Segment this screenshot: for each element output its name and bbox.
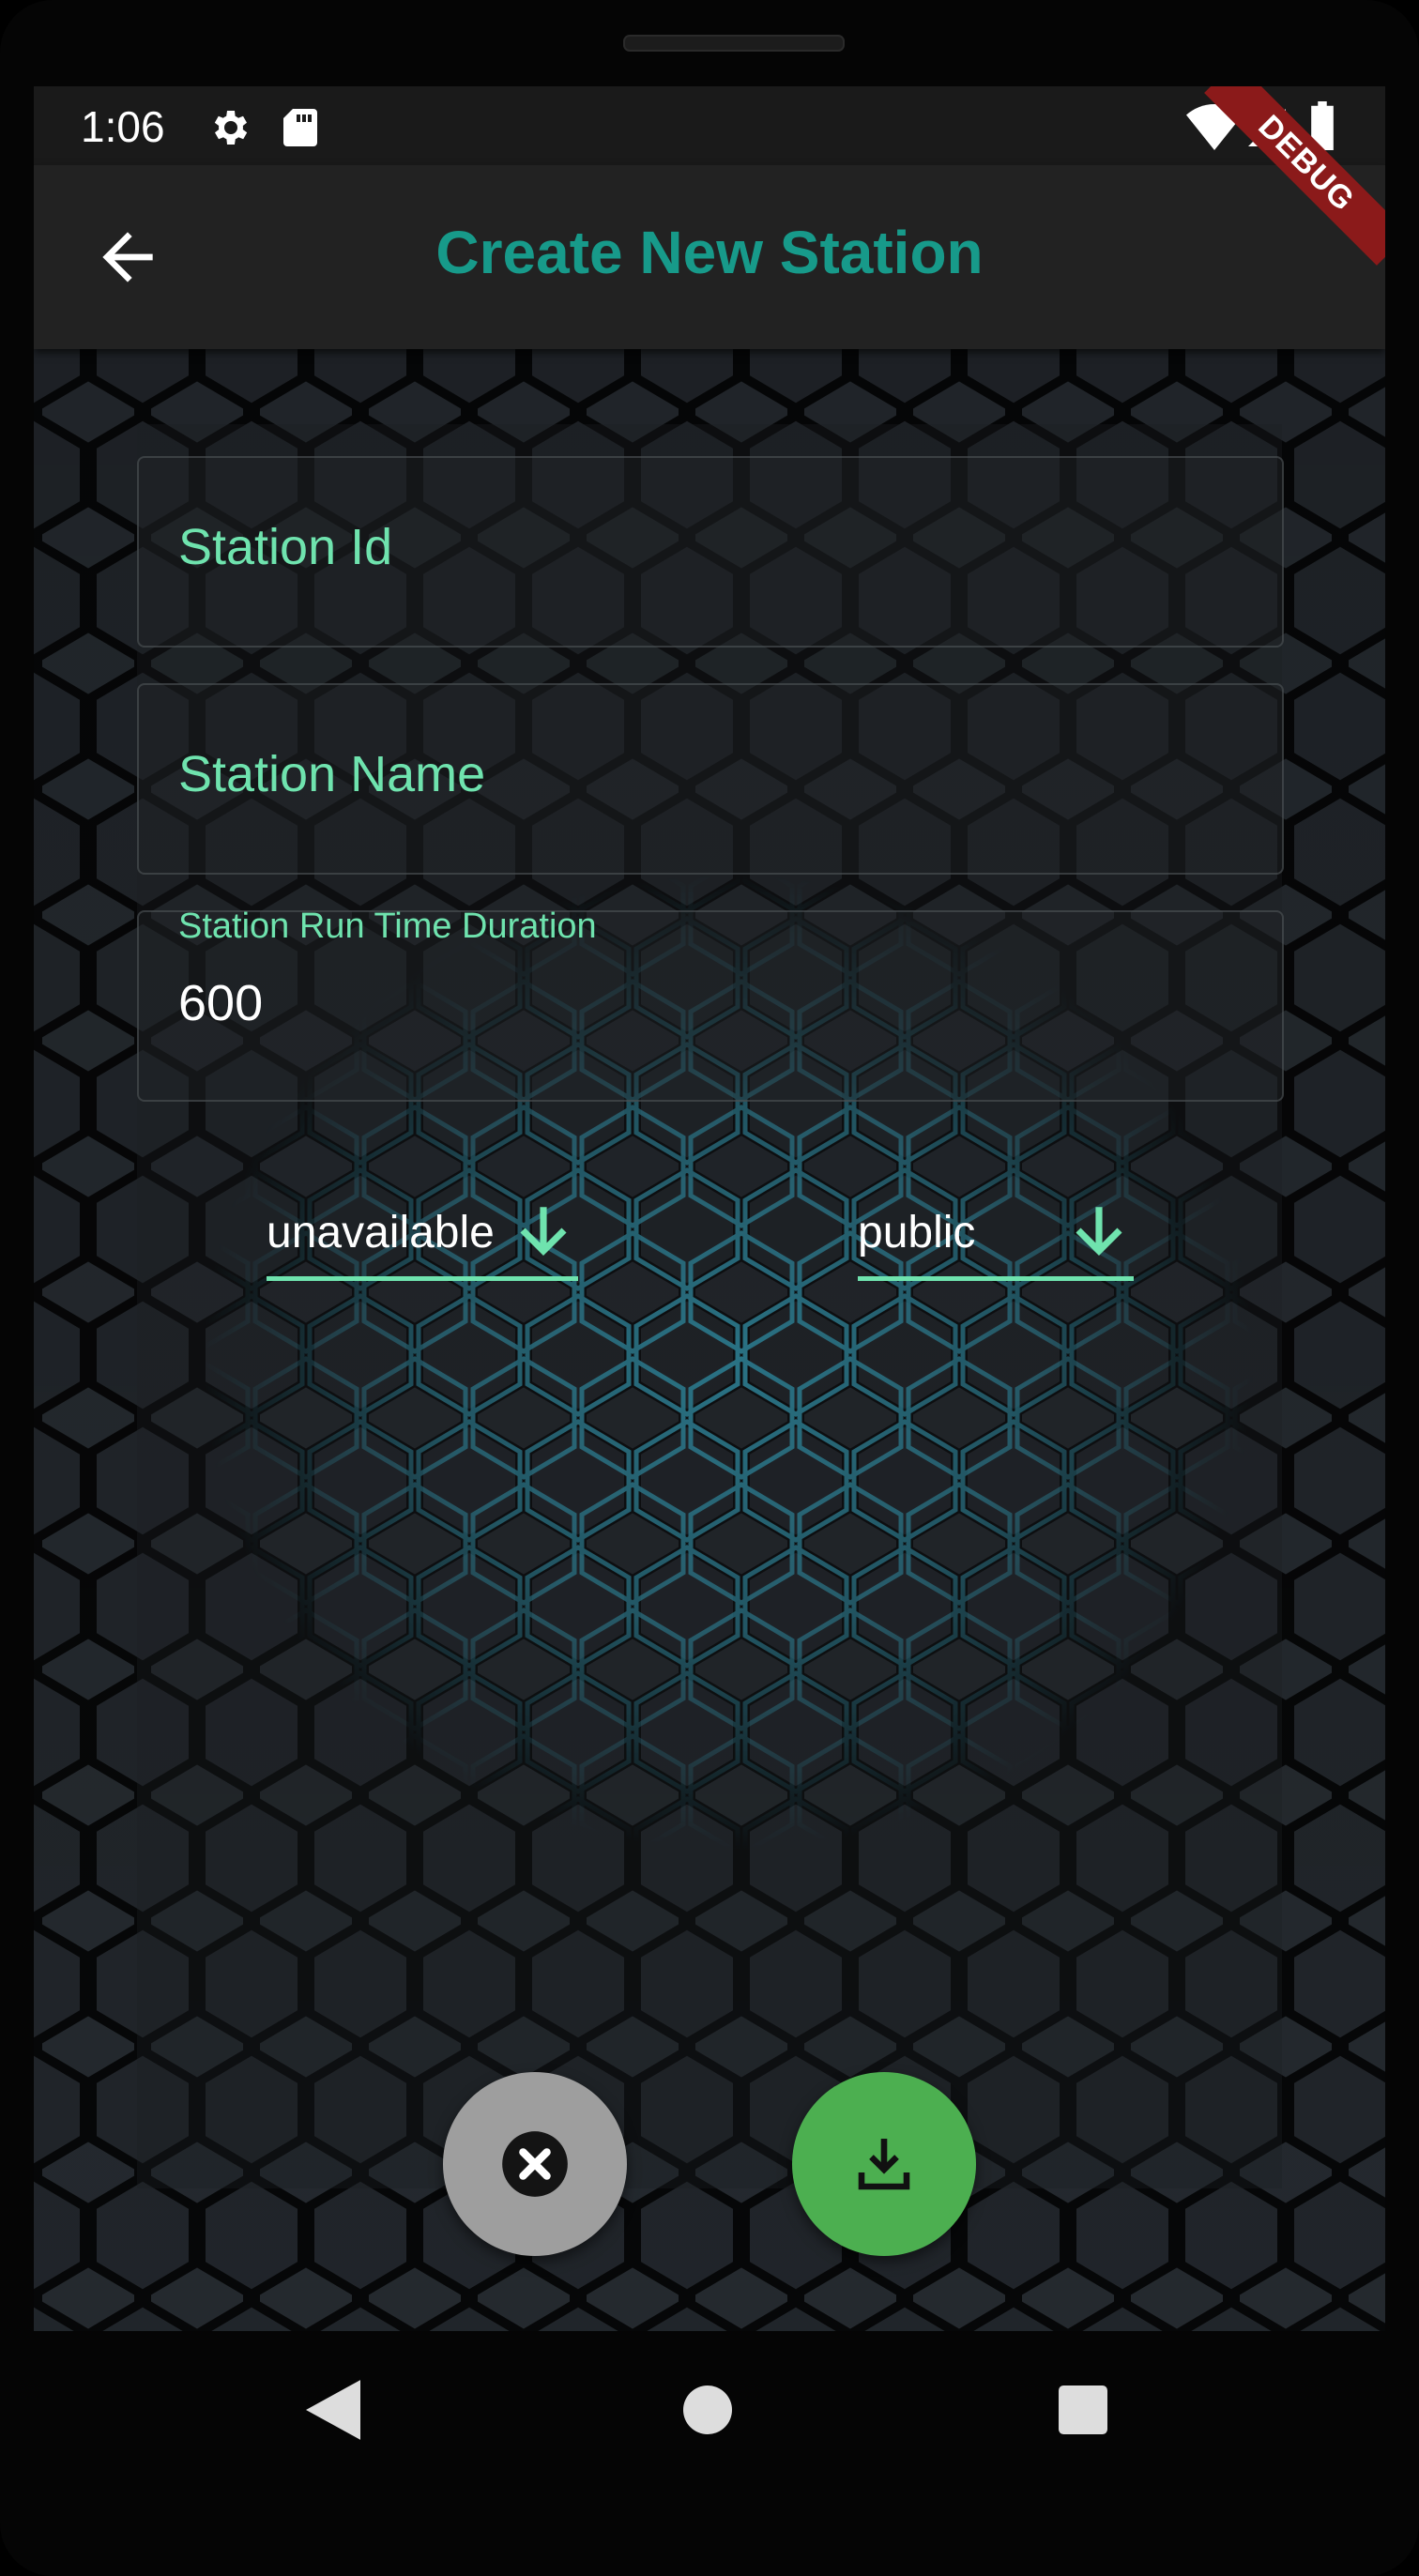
availability-selected: unavailable [267, 1208, 495, 1258]
navigation-bar [0, 2331, 1419, 2519]
gear-icon [206, 105, 252, 155]
run-time-value: 600 [178, 975, 264, 1031]
status-time: 1:06 [81, 102, 165, 151]
save-button[interactable] [792, 2072, 976, 2256]
availability-dropdown[interactable]: unavailable [267, 1192, 578, 1281]
station-id-field[interactable]: Station Id [137, 456, 1284, 648]
visibility-selected: public [858, 1208, 976, 1258]
arrow-down-icon [1068, 1197, 1130, 1263]
nav-home-icon[interactable] [683, 2385, 732, 2439]
visibility-dropdown[interactable]: public [858, 1192, 1134, 1281]
cancel-icon [502, 2131, 568, 2197]
arrow-down-icon [512, 1197, 574, 1263]
station-name-placeholder: Station Name [178, 746, 486, 802]
screen: 1:06 DEBUG Create New Station Station Id… [34, 86, 1385, 2331]
phone-frame: 1:06 DEBUG Create New Station Station Id… [0, 0, 1419, 2576]
speaker-grille [623, 35, 845, 52]
status-bar: 1:06 [34, 86, 1385, 165]
run-time-label: Station Run Time Duration [178, 907, 597, 946]
sd-card-icon [280, 105, 321, 155]
station-name-field[interactable]: Station Name [137, 683, 1284, 875]
nav-recents-icon[interactable] [1059, 2385, 1107, 2439]
cancel-button[interactable] [443, 2072, 627, 2256]
form-body: Station Id Station Name Station Run Time… [34, 349, 1385, 2331]
app-bar: Create New Station [34, 165, 1385, 349]
run-time-field[interactable]: Station Run Time Duration 600 [137, 907, 1284, 1102]
station-id-placeholder: Station Id [178, 519, 393, 575]
download-icon [858, 2139, 910, 2190]
nav-back-icon[interactable] [306, 2380, 360, 2445]
page-title: Create New Station [435, 219, 984, 286]
